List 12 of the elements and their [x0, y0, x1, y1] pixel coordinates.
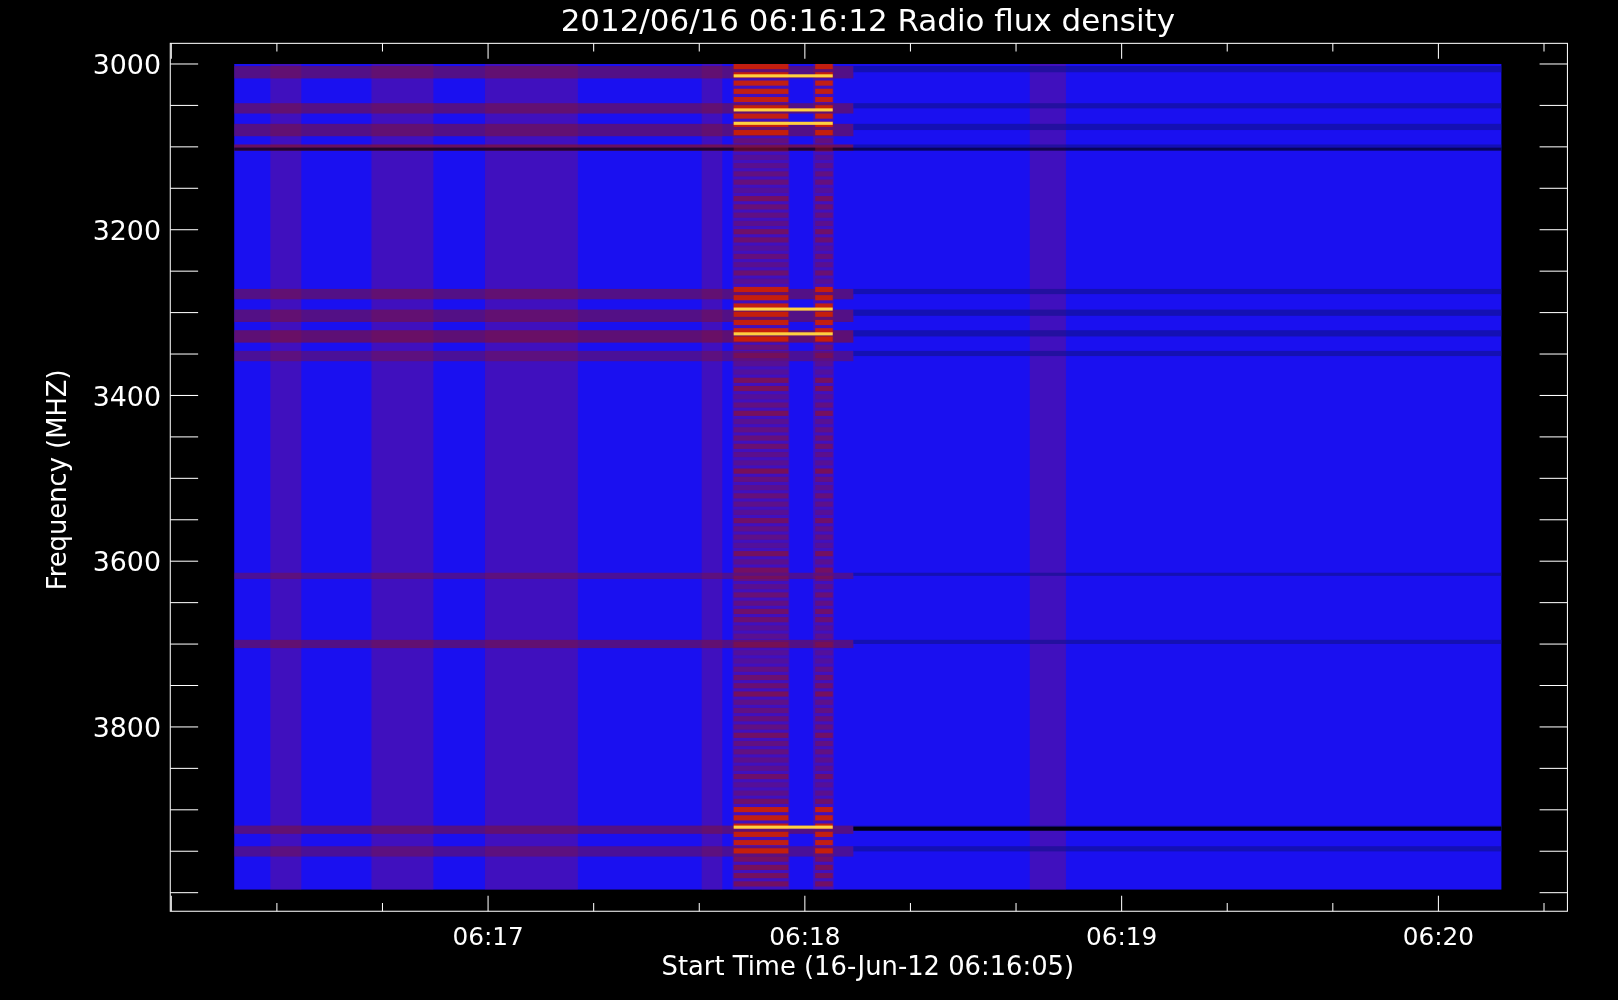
y-tick-label: 3000	[92, 49, 161, 81]
y-tick-label: 3200	[92, 214, 161, 246]
x-tick-label: 06:20	[1402, 922, 1475, 952]
x-axis-label: Start Time (16-Jun-12 06:16:05)	[661, 951, 1075, 982]
x-tick-label: 06:18	[769, 922, 841, 952]
chart-title: 2012/06/16 06:16:12 Radio flux density	[560, 1, 1175, 38]
y-tick-label: 3400	[92, 380, 161, 412]
y-tick-label: 3800	[92, 711, 161, 743]
x-tick-label: 06:19	[1086, 922, 1158, 952]
y-tick-label: 3600	[92, 546, 161, 578]
x-tick-label: 06:17	[452, 922, 524, 952]
y-axis-label: Frequency (MHZ)	[42, 369, 73, 591]
